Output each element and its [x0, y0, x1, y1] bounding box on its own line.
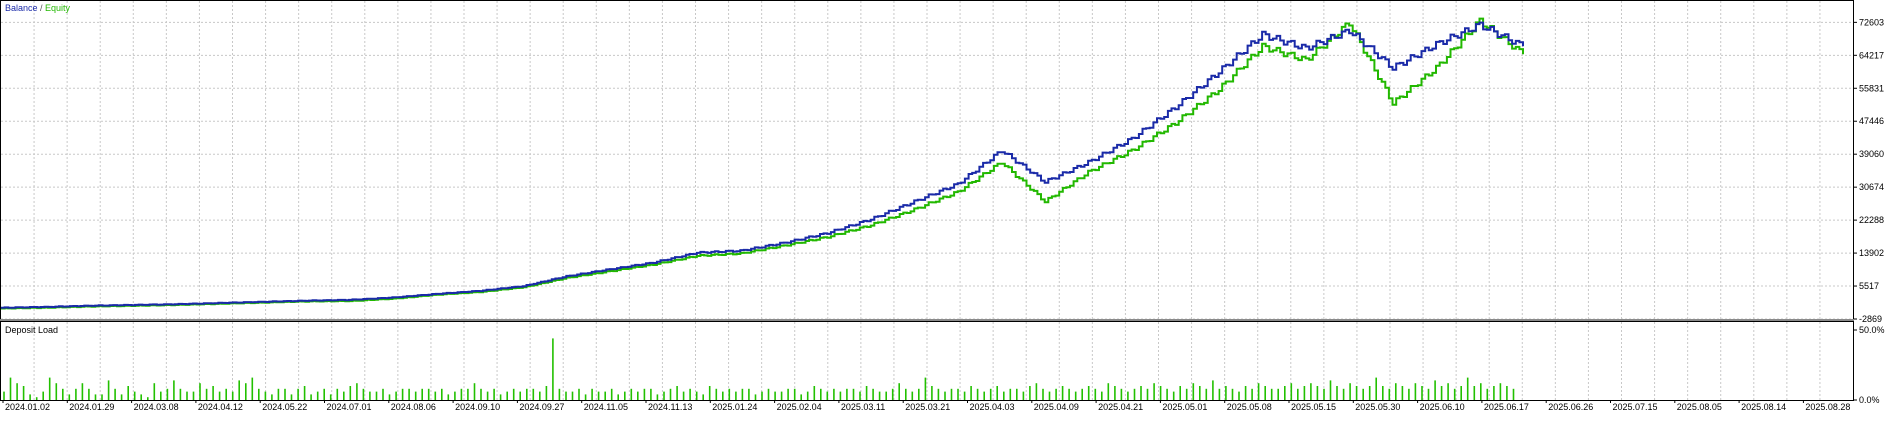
x-tick-label: 2025.03.21 [905, 402, 950, 412]
x-tick-label: 2024.04.12 [198, 402, 243, 412]
x-tick-label: 2024.07.01 [327, 402, 372, 412]
x-tick-label: 2024.01.29 [69, 402, 114, 412]
x-tick-label: 2024.09.27 [519, 402, 564, 412]
y-tick-label: 5517 [1859, 281, 1879, 291]
x-axis-labels: 2024.01.02 2024.01.29 2024.03.08 2024.04.12… [2, 400, 1850, 412]
y-tick-label: 39060 [1859, 149, 1884, 159]
sub-y-tick-label: 50.0% [1859, 325, 1885, 335]
x-tick-label: 2025.08.28 [1805, 402, 1850, 412]
chart-svg: -2869 5517 13902 22288 30674 39060 47446 55831 6… [0, 0, 1896, 416]
y-tick-label: 64217 [1859, 50, 1884, 60]
chart-background [0, 0, 1896, 416]
y-tick-label: 47446 [1859, 116, 1884, 126]
x-tick-label: 2025.06.26 [1548, 402, 1593, 412]
y-tick-label: 30674 [1859, 182, 1884, 192]
x-tick-label: 2025.04.03 [970, 402, 1015, 412]
x-tick-label: 2025.07.15 [1613, 402, 1658, 412]
x-tick-label: 2024.11.13 [648, 402, 692, 412]
x-tick-label: 2025.05.08 [1227, 402, 1272, 412]
y-tick-label: -2869 [1859, 314, 1882, 324]
legend: Balance / Equity [5, 3, 71, 13]
x-tick-label: 2025.05.30 [1355, 402, 1400, 412]
legend-separator: / [38, 3, 46, 13]
x-tick-label: 2024.09.10 [455, 402, 500, 412]
x-tick-label: 2024.03.08 [134, 402, 179, 412]
y-tick-label: 72603 [1859, 17, 1884, 27]
y-tick-label: 55831 [1859, 83, 1884, 93]
x-tick-label: 2025.05.01 [1162, 402, 1207, 412]
x-tick-label: 2024.05.22 [262, 402, 307, 412]
x-tick-label: 2024.01.02 [5, 402, 50, 412]
x-tick-label: 2025.06.17 [1484, 402, 1529, 412]
x-tick-label: 2025.01.24 [712, 402, 757, 412]
y-tick-label: 13902 [1859, 248, 1884, 258]
chart-container: -2869 5517 13902 22288 30674 39060 47446 55831 6… [0, 0, 1896, 416]
x-tick-label: 2025.08.14 [1741, 402, 1786, 412]
legend-equity: Equity [45, 3, 71, 13]
x-tick-label: 2025.04.09 [1034, 402, 1079, 412]
sub-title: Deposit Load [5, 325, 58, 335]
x-tick-label: 2025.05.15 [1291, 402, 1336, 412]
x-tick-label: 2025.06.10 [1420, 402, 1465, 412]
legend-balance: Balance [5, 3, 38, 13]
sub-y-tick-label: 0.0% [1859, 395, 1880, 405]
x-tick-label: 2025.08.05 [1677, 402, 1722, 412]
x-tick-label: 2025.03.11 [841, 402, 885, 412]
x-tick-label: 2024.11.05 [584, 402, 628, 412]
x-tick-label: 2025.04.21 [1098, 402, 1143, 412]
y-tick-label: 22288 [1859, 215, 1884, 225]
x-tick-label: 2024.08.06 [391, 402, 436, 412]
x-tick-label: 2025.02.04 [777, 402, 822, 412]
